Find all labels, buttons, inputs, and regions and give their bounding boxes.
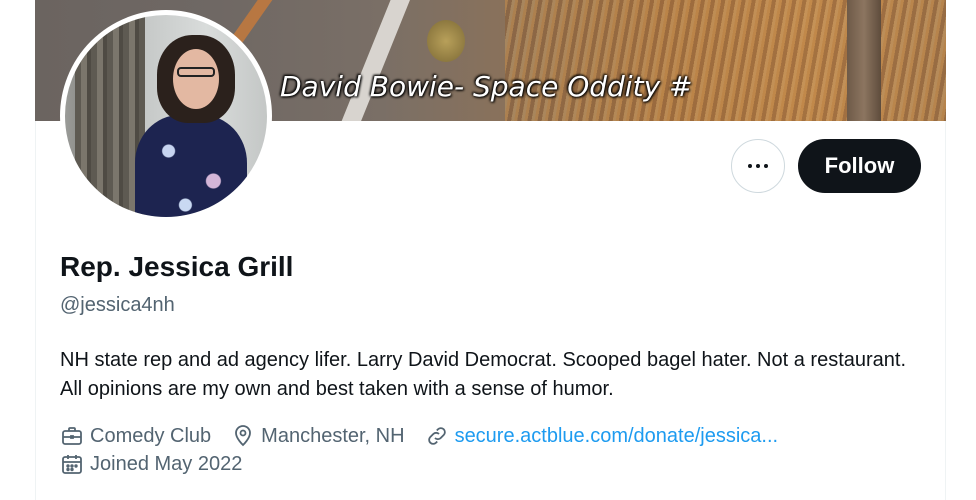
profile-name: Rep. Jessica Grill [60, 251, 294, 282]
profile-bio: NH state rep and ad agency lifer. Larry … [60, 349, 907, 400]
more-options-button[interactable] [731, 139, 785, 193]
banner-caption: David Bowie- Space Oddity # [280, 70, 693, 103]
avatar-dress [135, 115, 247, 217]
profile-website-link[interactable]: secure.actblue.com/donate/jessica... [455, 425, 779, 448]
profile-location: Manchester, NH [231, 424, 405, 448]
briefcase-icon [62, 427, 82, 445]
profile-joined-label: Joined May 2022 [90, 452, 243, 475]
profile-joined: Joined May 2022 [60, 452, 242, 476]
calendar-icon [62, 455, 82, 474]
avatar-glasses [177, 67, 215, 77]
banner-pole [847, 0, 881, 121]
avatar-face [173, 49, 219, 109]
avatar[interactable] [60, 10, 272, 222]
link-icon [427, 427, 446, 445]
profile-category-label: Comedy Club [90, 424, 212, 447]
profile-location-label: Manchester, NH [261, 424, 405, 447]
profile-handle: @jessica4nh [60, 294, 175, 316]
profile-meta-row: Comedy Club Manchester, NH secure.actblu… [60, 424, 798, 448]
follow-button[interactable]: Follow [798, 139, 921, 193]
banner-bush [427, 20, 465, 62]
profile-category: Comedy Club [60, 424, 211, 448]
more-horizontal-icon [748, 164, 768, 168]
profile-website[interactable]: secure.actblue.com/donate/jessica... [425, 424, 779, 448]
profile-meta-row: Joined May 2022 [60, 452, 262, 476]
location-pin-icon [235, 425, 252, 447]
